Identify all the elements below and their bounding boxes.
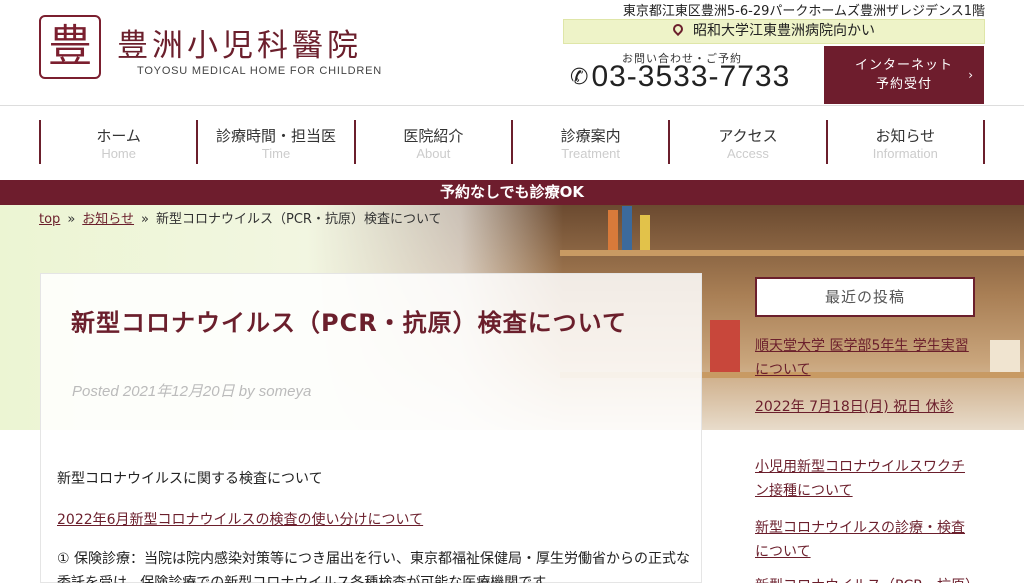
recent-post-link[interactable]: 順天堂大学 医学部5年生 学生実習 について [755, 334, 977, 382]
nav-label-en: Information [872, 146, 938, 161]
recent-post-link[interactable]: 新型コロナウイルス（PCR・抗原） [755, 574, 979, 583]
walk-in-banner: 予約なしでも診療OK [0, 180, 1024, 205]
recent-post-link[interactable]: 小児用新型コロナウイルスワクチン接種について [755, 455, 977, 503]
breadcrumb-current: 新型コロナウイルス（PCR・抗原）検査について [156, 212, 442, 227]
internet-reservation-button[interactable]: インターネット 予約受付 › [824, 46, 984, 104]
breadcrumb: top » お知らせ » 新型コロナウイルス（PCR・抗原）検査について [39, 208, 442, 227]
nav-item-access[interactable]: アクセス Access [670, 120, 828, 164]
nav-label-en: Time [261, 146, 291, 161]
clinic-name[interactable]: 豊洲小児科醫院 [117, 20, 362, 65]
location-note-text: 昭和大学江東豊洲病院向かい [693, 23, 875, 39]
clinic-address: 東京都江東区豊洲5-6-29パークホームズ豊洲ザレジデンス1階 [622, 4, 985, 19]
phone-icon: ✆ [570, 64, 590, 89]
breadcrumb-news[interactable]: お知らせ [82, 212, 134, 227]
nav-item-information[interactable]: お知らせ Information [828, 120, 985, 164]
nav-label-jp: ホーム [96, 127, 141, 145]
breadcrumb-top[interactable]: top [39, 212, 60, 227]
nav-label-jp: 診療案内 [560, 127, 621, 145]
article-paragraph: 新型コロナウイルスに関する検査について [57, 471, 323, 487]
nav-label-en: Treatment [561, 146, 621, 161]
nav-item-home[interactable]: ホーム Home [41, 120, 199, 164]
reserve-line2: 予約受付 [875, 77, 932, 92]
bookshelf-decoration [560, 250, 1024, 256]
site-header: 豊 豊洲小児科醫院 TOYOSU MEDICAL HOME FOR CHILDR… [0, 0, 1024, 106]
phone-number[interactable]: ✆03-3533-7733 [570, 60, 790, 94]
clinic-name-en: TOYOSU MEDICAL HOME FOR CHILDREN [137, 65, 383, 77]
nav-item-treatment[interactable]: 診療案内 Treatment [513, 120, 671, 164]
nav-item-time[interactable]: 診療時間・担当医 Time [198, 120, 356, 164]
article-meta: Posted 2021年12月20日 by someya [72, 383, 312, 400]
nav-label-jp: 診療時間・担当医 [215, 127, 336, 145]
recent-post-link[interactable]: 2022年 7月18日(月) 祝日 休診 [755, 395, 977, 419]
map-pin-icon [670, 21, 686, 37]
reserve-line1: インターネット [854, 58, 953, 73]
book-decoration [640, 215, 650, 250]
article-link[interactable]: 2022年6月新型コロナウイルスの検査の使い分けについて [57, 509, 423, 529]
nav-label-en: Access [727, 146, 769, 161]
recent-posts-heading: 最近の投稿 [755, 277, 975, 317]
book-decoration [990, 340, 1020, 372]
book-decoration [622, 206, 632, 250]
breadcrumb-separator: » [67, 212, 76, 227]
location-note: 昭和大学江東豊洲病院向かい [563, 19, 985, 44]
nav-label-en: About [416, 146, 451, 161]
chevron-right-icon: › [968, 68, 974, 82]
main-nav: ホーム Home 診療時間・担当医 Time 医院紹介 About 診療案内 T… [39, 120, 985, 164]
breadcrumb-separator: » [141, 212, 149, 227]
article-title: 新型コロナウイルス（PCR・抗原）検査について [71, 309, 627, 337]
phone-text: 03-3533-7733 [591, 60, 791, 93]
book-decoration [608, 210, 618, 250]
article-paragraph: ① 保険診療：当院は院内感染対策等につき届出を行い、東京都福祉保健局・厚生労働省… [57, 551, 690, 583]
nav-label-jp: アクセス [718, 127, 778, 145]
nav-label-jp: 医院紹介 [403, 127, 464, 145]
nav-item-about[interactable]: 医院紹介 About [356, 120, 513, 164]
logo-mark[interactable]: 豊 [39, 15, 101, 79]
book-decoration [710, 320, 740, 372]
nav-label-en: Home [101, 146, 136, 161]
recent-post-link[interactable]: 新型コロナウイルスの診療・検査について [755, 516, 977, 564]
nav-label-jp: お知らせ [875, 127, 936, 145]
